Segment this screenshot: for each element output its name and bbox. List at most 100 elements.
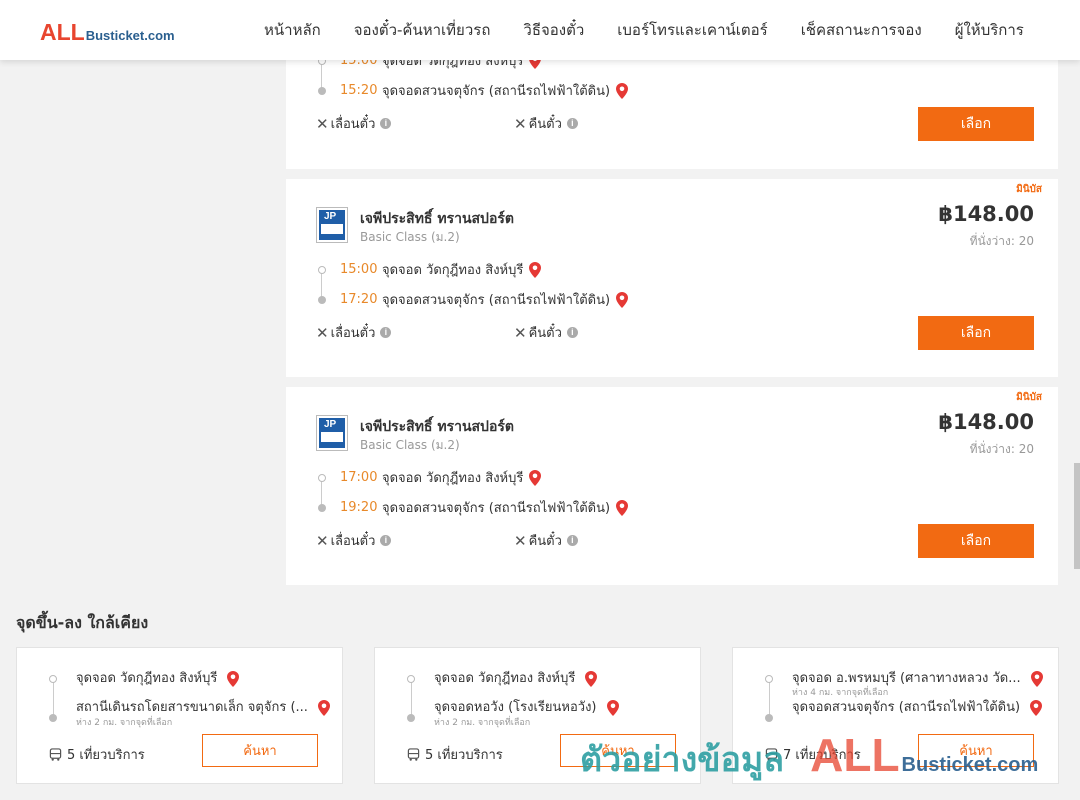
reschedule-label: เลื่อนตั๋ว	[330, 117, 376, 132]
nearby-route-card: จุดจอด วัดกุฎีทอง สิงห์บุรี สถานีเดินรถโ…	[16, 647, 343, 784]
arrival-dot	[318, 86, 326, 95]
trip-card: มินิบัส JP เจพีประสิทธิ์ ทรานสปอร์ต Basi…	[286, 179, 1058, 377]
route-line	[411, 679, 412, 716]
select-trip-button[interactable]: เลือก	[918, 316, 1034, 350]
arrival-stop-name: จุดจอดสวนจตุจักร (สถานีรถไฟฟ้าใต้ดิน)	[382, 501, 611, 516]
departure-stop: 15:00 จุดจอด วัดกุฎีทอง สิงห์บุรี	[318, 259, 542, 280]
arrival-dot	[49, 714, 57, 722]
bus-class: Basic Class (ม.2)	[360, 230, 460, 244]
map-pin-icon[interactable]	[585, 670, 598, 687]
arrival-time: 17:20	[340, 292, 378, 307]
bus-icon	[49, 748, 62, 761]
nearby-distance: ห่าง 2 กม. จากจุดที่เลือก	[434, 718, 531, 728]
nearby-trip-count-label: 7 เที่ยวบริการ	[783, 748, 861, 763]
nearby-to-name: จุดจอดหอวัง (โรงเรียนหอวัง)	[434, 700, 597, 715]
map-pin-icon[interactable]	[318, 699, 331, 716]
nearby-section-title: จุดขึ้น-ลง ใกล้เคียง	[16, 613, 149, 632]
map-pin-icon[interactable]	[1030, 670, 1043, 687]
refund-label: คืนตั๋ว	[528, 534, 562, 549]
departure-time: 15:00	[340, 262, 378, 277]
departure-dot	[318, 473, 326, 482]
nearby-from-name: จุดจอด อ.พรหมบุรี (ศาลาทางหลวง วัด...	[792, 671, 1021, 686]
trip-card: มินิบัส JP เจพีประสิทธิ์ ทรานสปอร์ต Basi…	[286, 387, 1058, 585]
refund-policy: ✕ คืนตั๋ว i	[514, 113, 578, 134]
operator-logo: JP	[316, 207, 348, 243]
nearby-to-name: สถานีเดินรถโดยสารขนาดเล็ก จตุจักร (...	[76, 700, 308, 715]
arrival-stop: 17:20 จุดจอดสวนจตุจักร (สถานีรถไฟฟ้าใต้ด…	[318, 289, 629, 310]
nearby-route-card: จุดจอด วัดกุฎีทอง สิงห์บุรี จุดจอดหอวัง …	[374, 647, 701, 784]
nearby-from-name: จุดจอด วัดกุฎีทอง สิงห์บุรี	[434, 671, 576, 686]
logo-text-all: ALL	[40, 19, 85, 45]
departure-stop: 17:00 จุดจอด วัดกุฎีทอง สิงห์บุรี	[318, 467, 542, 488]
nearby-trip-count-label: 5 เที่ยวบริการ	[67, 748, 145, 763]
nearby-from-name: จุดจอด วัดกุฎีทอง สิงห์บุรี	[76, 671, 218, 686]
departure-stop-name: จุดจอด วัดกุฎีทอง สิงห์บุรี	[382, 471, 524, 486]
info-icon[interactable]: i	[380, 118, 392, 129]
page-scrollbar[interactable]	[1074, 60, 1080, 800]
nav-book-ticket[interactable]: จองตั๋ว-ค้นหาเที่ยวรถ	[354, 18, 491, 42]
select-trip-button[interactable]: เลือก	[918, 524, 1034, 558]
departure-dot	[765, 675, 773, 683]
nearby-trip-count-label: 5 เที่ยวบริการ	[425, 748, 503, 763]
route-line	[53, 679, 54, 716]
nav-home[interactable]: หน้าหลัก	[264, 18, 321, 42]
nearby-trip-count: 7 เที่ยวบริการ	[765, 744, 861, 765]
not-allowed-icon: ✕	[514, 531, 527, 550]
nav-check-booking[interactable]: เช็คสถานะการจอง	[801, 18, 922, 42]
arrival-stop: 15:20 จุดจอดสวนจตุจักร (สถานีรถไฟฟ้าใต้ด…	[318, 80, 629, 101]
not-allowed-icon: ✕	[514, 114, 527, 133]
info-icon[interactable]: i	[380, 327, 392, 338]
nearby-search-button[interactable]: ค้นหา	[560, 734, 676, 767]
not-allowed-icon: ✕	[316, 114, 329, 133]
not-allowed-icon: ✕	[316, 531, 329, 550]
map-pin-icon[interactable]	[616, 291, 629, 308]
not-allowed-icon: ✕	[316, 323, 329, 342]
info-icon[interactable]: i	[566, 327, 578, 338]
ticket-price: ฿148.00	[938, 202, 1034, 226]
map-pin-icon[interactable]	[616, 82, 629, 99]
arrival-dot	[765, 714, 773, 722]
bus-icon	[765, 748, 778, 761]
map-pin-icon[interactable]	[616, 499, 629, 516]
map-pin-icon[interactable]	[529, 261, 542, 278]
operator-logo: JP	[316, 415, 348, 451]
departure-stop-name: จุดจอด วัดกุฎีทอง สิงห์บุรี	[382, 263, 524, 278]
nav-operators[interactable]: ผู้ให้บริการ	[955, 18, 1024, 42]
refund-label: คืนตั๋ว	[528, 326, 562, 341]
nearby-to-name: จุดจอดสวนจตุจักร (สถานีรถไฟฟ้าใต้ดิน)	[792, 700, 1021, 715]
nearby-search-button[interactable]: ค้นหา	[202, 734, 318, 767]
reschedule-policy: ✕ เลื่อนตั๋ว i	[316, 530, 392, 551]
nav-contacts[interactable]: เบอร์โทรและเคาน์เตอร์	[617, 18, 767, 42]
refund-policy: ✕ คืนตั๋ว i	[514, 322, 578, 343]
arrival-dot	[318, 295, 326, 304]
reschedule-label: เลื่อนตั๋ว	[330, 534, 376, 549]
departure-dot	[318, 265, 326, 274]
info-icon[interactable]: i	[566, 118, 578, 129]
scrollbar-thumb[interactable]	[1074, 463, 1080, 569]
main-nav: หน้าหลัก จองตั๋ว-ค้นหาเที่ยวรถ วิธีจองตั…	[264, 0, 1057, 60]
info-icon[interactable]: i	[380, 535, 392, 546]
arrival-dot	[318, 503, 326, 512]
nearby-to: จุดจอดหอวัง (โรงเรียนหอวัง)	[434, 696, 619, 717]
nav-how-to-book[interactable]: วิธีจองตั๋ว	[523, 18, 584, 42]
map-pin-icon[interactable]	[606, 699, 619, 716]
reschedule-policy: ✕ เลื่อนตั๋ว i	[316, 113, 392, 134]
reschedule-label: เลื่อนตั๋ว	[330, 326, 376, 341]
nearby-from: จุดจอด วัดกุฎีทอง สิงห์บุรี	[76, 667, 240, 688]
select-trip-button[interactable]: เลือก	[918, 107, 1034, 141]
map-pin-icon[interactable]	[1030, 699, 1043, 716]
not-allowed-icon: ✕	[514, 323, 527, 342]
info-icon[interactable]: i	[566, 535, 578, 546]
arrival-dot	[407, 714, 415, 722]
nearby-search-button[interactable]: ค้นหา	[918, 734, 1034, 767]
logo-text-busticket: Busticket.com	[85, 28, 175, 43]
nearby-distance: ห่าง 2 กม. จากจุดที่เลือก	[76, 718, 173, 728]
minibus-badge: มินิบัส	[1016, 184, 1042, 195]
map-pin-icon[interactable]	[529, 469, 542, 486]
map-pin-icon[interactable]	[227, 670, 240, 687]
arrival-stop-name: จุดจอดสวนจตุจักร (สถานีรถไฟฟ้าใต้ดิน)	[382, 293, 611, 308]
nearby-trip-count: 5 เที่ยวบริการ	[407, 744, 503, 765]
site-logo[interactable]: ALL Busticket.com	[40, 19, 175, 46]
route-line	[769, 679, 770, 716]
nearby-to: จุดจอดสวนจตุจักร (สถานีรถไฟฟ้าใต้ดิน)	[792, 696, 1043, 717]
